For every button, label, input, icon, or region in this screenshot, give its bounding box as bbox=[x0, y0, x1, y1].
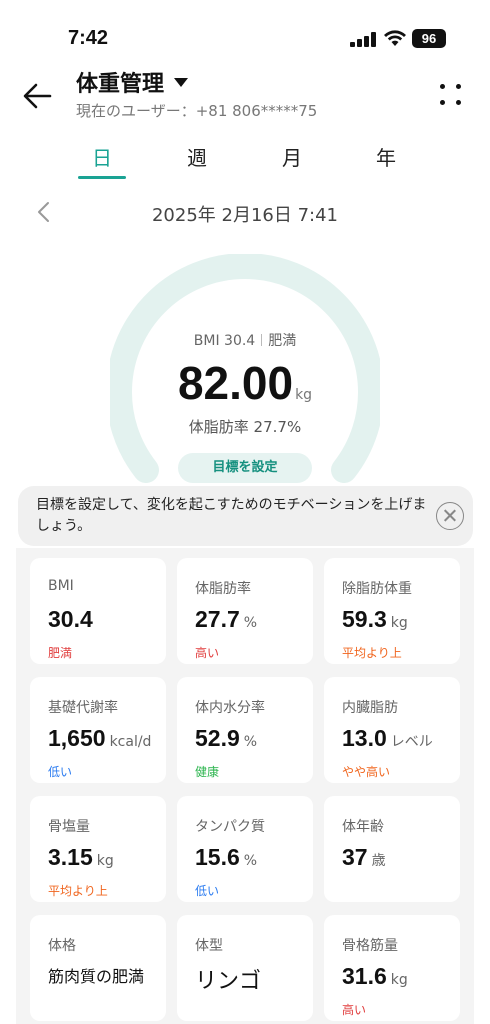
metric-value-row: 筋肉質の肥満 bbox=[48, 963, 144, 987]
tab-day[interactable]: 日 bbox=[72, 142, 132, 171]
metric-status: 肥満 bbox=[48, 646, 73, 660]
metric-value-row: 27.7% bbox=[195, 606, 257, 633]
tab-indicator bbox=[78, 176, 126, 179]
weight-unit: kg bbox=[295, 387, 313, 403]
metric-unit: 歳 bbox=[371, 853, 386, 869]
metric-value: リンゴ bbox=[195, 969, 262, 994]
metric-value: 15.6 bbox=[195, 844, 240, 870]
metric-status: 健康 bbox=[195, 765, 220, 779]
metric-card-skeletal-muscle[interactable]: 骨格筋量 31.6 kg 高い bbox=[324, 915, 460, 1021]
metric-status: 平均より上 bbox=[48, 884, 108, 898]
set-goal-button[interactable]: 目標を設定 bbox=[178, 453, 312, 483]
weight-value: 82.00 bbox=[177, 357, 294, 409]
gauge-bmi-category: 肥満 bbox=[268, 333, 297, 349]
metric-value: 3.15 bbox=[48, 844, 93, 870]
tab-week[interactable]: 週 bbox=[167, 142, 227, 171]
caret-down-icon bbox=[174, 78, 189, 87]
metric-card-lean-mass[interactable]: 除脂肪体重 59.3 kg 平均より上 bbox=[324, 558, 460, 664]
back-arrow-icon[interactable] bbox=[20, 78, 56, 114]
metric-value-row: 13.0 レベル bbox=[342, 725, 433, 752]
metric-value-row: 59.3 kg bbox=[342, 606, 408, 633]
metric-label: 体型 bbox=[195, 938, 223, 954]
metric-value-row: 30.4 bbox=[48, 606, 93, 633]
metric-label: タンパク質 bbox=[195, 819, 265, 835]
metric-status: 低い bbox=[195, 884, 220, 898]
metric-card-body-type[interactable]: 体型 リンゴ bbox=[177, 915, 313, 1021]
metric-value-row: 1,650 kcal/d bbox=[48, 725, 151, 752]
metric-value: 13.0 bbox=[342, 725, 387, 751]
metric-value-row: リンゴ bbox=[195, 963, 261, 995]
metric-value-row: 3.15 kg bbox=[48, 844, 114, 871]
metric-card-body-water[interactable]: 体内水分率 52.9% 健康 bbox=[177, 677, 313, 783]
metric-card-body-build[interactable]: 体格 筋肉質の肥満 bbox=[30, 915, 166, 1021]
current-user-text: 現在のユーザー：+81 806*****75 bbox=[76, 102, 318, 120]
metric-value-row: 37 歳 bbox=[342, 844, 386, 871]
divider bbox=[261, 334, 263, 346]
metric-value-row: 52.9% bbox=[195, 725, 257, 752]
metric-label: 体格 bbox=[48, 938, 76, 954]
status-bar: 7:42 96 bbox=[0, 0, 490, 56]
metric-unit: レベル bbox=[390, 734, 433, 750]
goal-tip-banner: 目標を設定して、変化を起こすためのモチベーションを上げましょう。 bbox=[18, 486, 473, 546]
status-time: 7:42 bbox=[68, 27, 109, 49]
metric-status: 高い bbox=[195, 646, 220, 660]
metric-label: 基礎代謝率 bbox=[48, 700, 118, 716]
metric-label: 骨格筋量 bbox=[342, 938, 398, 954]
metric-status: 平均より上 bbox=[342, 646, 402, 660]
metric-status: やや高い bbox=[342, 765, 391, 779]
metric-label: 体内水分率 bbox=[195, 700, 265, 716]
metric-label: 体脂肪率 bbox=[195, 581, 251, 597]
metric-unit: % bbox=[243, 615, 258, 631]
metric-label: BMI bbox=[48, 578, 74, 594]
title-dropdown[interactable]: 体重管理 bbox=[76, 66, 189, 98]
metric-value: 37 bbox=[342, 844, 368, 870]
metric-value: 31.6 bbox=[342, 963, 387, 989]
metric-card-bmr[interactable]: 基礎代謝率 1,650 kcal/d 低い bbox=[30, 677, 166, 783]
metric-unit: % bbox=[243, 853, 258, 869]
gauge-bmi-line: BMI 30.4 肥満 bbox=[0, 330, 490, 350]
metric-unit: kg bbox=[390, 615, 408, 631]
gauge-bmi-value: BMI 30.4 bbox=[193, 333, 256, 349]
metric-unit: kg bbox=[390, 972, 408, 988]
metric-card-body-fat[interactable]: 体脂肪率 27.7% 高い bbox=[177, 558, 313, 664]
metric-status: 低い bbox=[48, 765, 73, 779]
tab-year[interactable]: 年 bbox=[356, 142, 416, 171]
metric-card-protein[interactable]: タンパク質 15.6% 低い bbox=[177, 796, 313, 902]
metric-card-bone-mass[interactable]: 骨塩量 3.15 kg 平均より上 bbox=[30, 796, 166, 902]
close-icon[interactable] bbox=[436, 502, 464, 530]
more-options-icon[interactable] bbox=[440, 82, 466, 110]
metric-card-bmi[interactable]: BMI 30.4 肥満 bbox=[30, 558, 166, 664]
weight-display: 82.00 kg bbox=[0, 356, 490, 410]
gauge-body-fat: 体脂肪率 27.7% bbox=[188, 418, 302, 436]
metric-value: 筋肉質の肥満 bbox=[48, 967, 145, 986]
metric-label: 内臓脂肪 bbox=[342, 700, 398, 716]
metric-value-row: 15.6% bbox=[195, 844, 257, 871]
metric-card-visceral-fat[interactable]: 内臓脂肪 13.0 レベルやや高い bbox=[324, 677, 460, 783]
metric-unit: % bbox=[243, 734, 258, 750]
measurement-date: 2025年 2月16日 7:41 bbox=[151, 205, 339, 226]
metric-label: 体年齢 bbox=[342, 819, 384, 835]
metric-status: 高い bbox=[342, 1003, 367, 1017]
metric-value-row: 31.6 kg bbox=[342, 963, 408, 990]
metric-value: 30.4 bbox=[48, 606, 93, 632]
metric-label: 骨塩量 bbox=[48, 819, 90, 835]
metric-value: 1,650 bbox=[48, 725, 106, 751]
metrics-panel: BMI 30.4 肥満 体脂肪率 27.7% 高い 除脂肪体重 59.3 kg 平均より上 基礎代謝… bbox=[16, 548, 474, 1024]
battery-icon: 96 bbox=[412, 29, 446, 48]
metric-label: 除脂肪体重 bbox=[342, 581, 412, 597]
signal-icon bbox=[350, 32, 376, 47]
wifi-icon bbox=[384, 30, 406, 46]
metric-value: 52.9 bbox=[195, 725, 240, 751]
metric-unit: kcal/d bbox=[109, 734, 152, 750]
metric-value: 27.7 bbox=[195, 606, 240, 632]
tab-month[interactable]: 月 bbox=[262, 142, 322, 171]
metric-card-body-age[interactable]: 体年齢 37 歳 bbox=[324, 796, 460, 902]
period-tabs: 日 週 月 年 bbox=[0, 142, 490, 182]
metric-unit: kg bbox=[96, 853, 114, 869]
metric-value: 59.3 bbox=[342, 606, 387, 632]
tip-text: 目標を設定して、変化を起こすためのモチベーションを上げましょう。 bbox=[36, 497, 427, 534]
page-title: 体重管理 bbox=[76, 72, 165, 97]
